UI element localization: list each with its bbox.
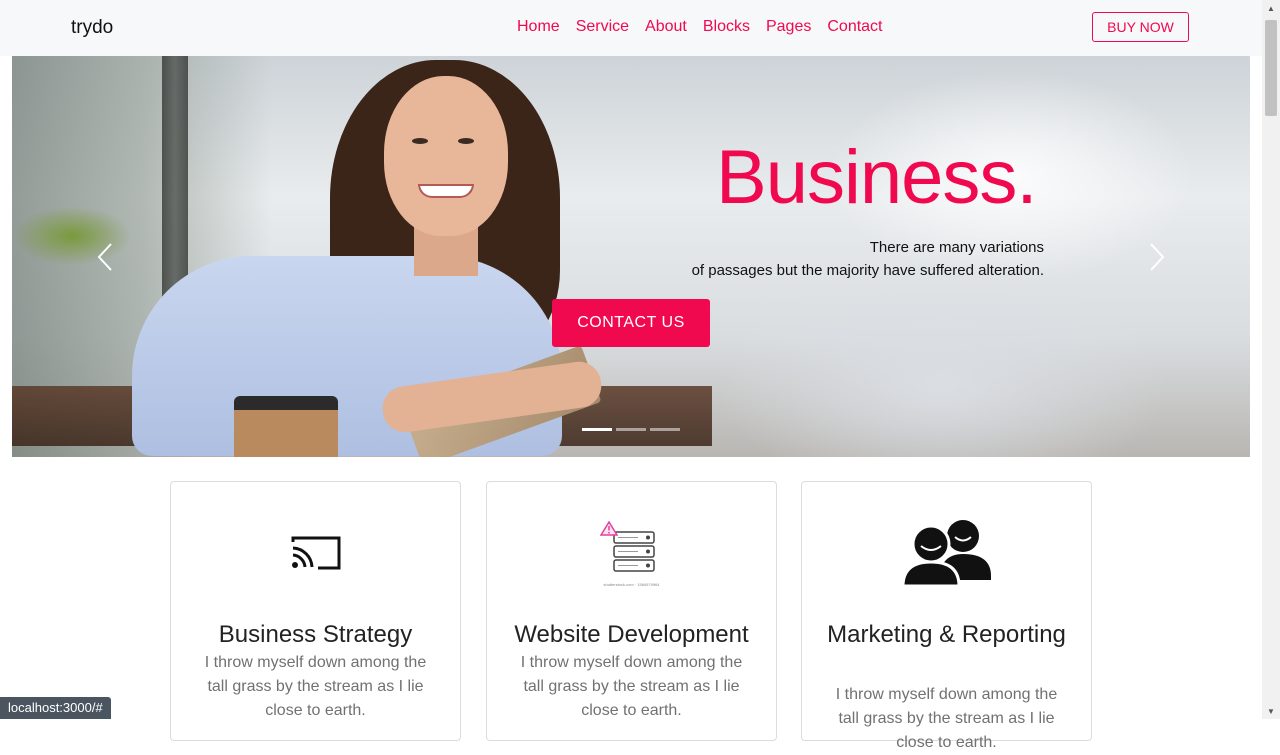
chevron-left-icon xyxy=(97,243,112,271)
contact-us-button[interactable]: CONTACT US xyxy=(552,299,710,347)
page-scrollbar[interactable]: ▲ ▼ xyxy=(1262,0,1280,719)
service-card-website-development[interactable]: shutterstock.com · 1584979964 Website De… xyxy=(486,481,777,741)
nav-links: Home Service About Blocks Pages Contact xyxy=(517,18,883,36)
scroll-down-arrow-icon[interactable]: ▼ xyxy=(1262,703,1280,719)
slider-next-button[interactable] xyxy=(1142,242,1172,272)
nav-link-blocks[interactable]: Blocks xyxy=(703,18,750,36)
hero-subtitle: There are many variations of passages bu… xyxy=(652,236,1044,282)
slider-indicator-2[interactable] xyxy=(616,428,646,431)
slider-prev-button[interactable] xyxy=(90,242,120,272)
card-title: Website Development xyxy=(514,621,749,648)
navbar: trydo Home Service About Blocks Pages Co… xyxy=(0,0,1262,56)
hero-slider: Business. There are many variations of p… xyxy=(12,56,1250,457)
slider-indicator-3[interactable] xyxy=(650,428,680,431)
hero-title: Business. xyxy=(716,135,1037,220)
hero-subtitle-line-1: There are many variations xyxy=(869,239,1044,256)
service-card-marketing-reporting[interactable]: Marketing & Reporting I throw myself dow… xyxy=(801,481,1092,751)
service-card-business-strategy[interactable]: Business Strategy I throw myself down am… xyxy=(170,481,461,741)
nav-link-contact[interactable]: Contact xyxy=(827,18,882,36)
hero-subtitle-line-2: of passages but the majority have suffer… xyxy=(691,262,1044,279)
card-title: Marketing & Reporting xyxy=(827,621,1066,648)
card-text: I throw myself down among the tall grass… xyxy=(835,686,1058,751)
brand-logo[interactable]: trydo xyxy=(71,17,113,39)
card-text: I throw myself down among the tall grass… xyxy=(204,654,427,719)
slider-indicators xyxy=(582,428,680,431)
scrollbar-thumb[interactable] xyxy=(1265,20,1277,116)
chevron-right-icon xyxy=(1150,243,1165,271)
cast-icon xyxy=(291,536,340,570)
status-bar-url: localhost:3000/# xyxy=(0,697,111,719)
card-text: I throw myself down among the tall grass… xyxy=(520,654,743,719)
slider-indicator-1[interactable] xyxy=(582,428,612,431)
scroll-up-arrow-icon[interactable]: ▲ xyxy=(1262,0,1280,16)
icon-caption: shutterstock.com · 1584979964 xyxy=(603,582,660,587)
card-title: Business Strategy xyxy=(218,621,413,648)
nav-link-pages[interactable]: Pages xyxy=(766,18,811,36)
nav-link-home[interactable]: Home xyxy=(517,18,560,36)
nav-link-service[interactable]: Service xyxy=(576,18,629,36)
users-icon xyxy=(900,520,991,588)
server-warning-icon xyxy=(599,520,655,572)
buy-now-button[interactable]: BUY NOW xyxy=(1092,12,1189,42)
nav-link-about[interactable]: About xyxy=(645,18,687,36)
